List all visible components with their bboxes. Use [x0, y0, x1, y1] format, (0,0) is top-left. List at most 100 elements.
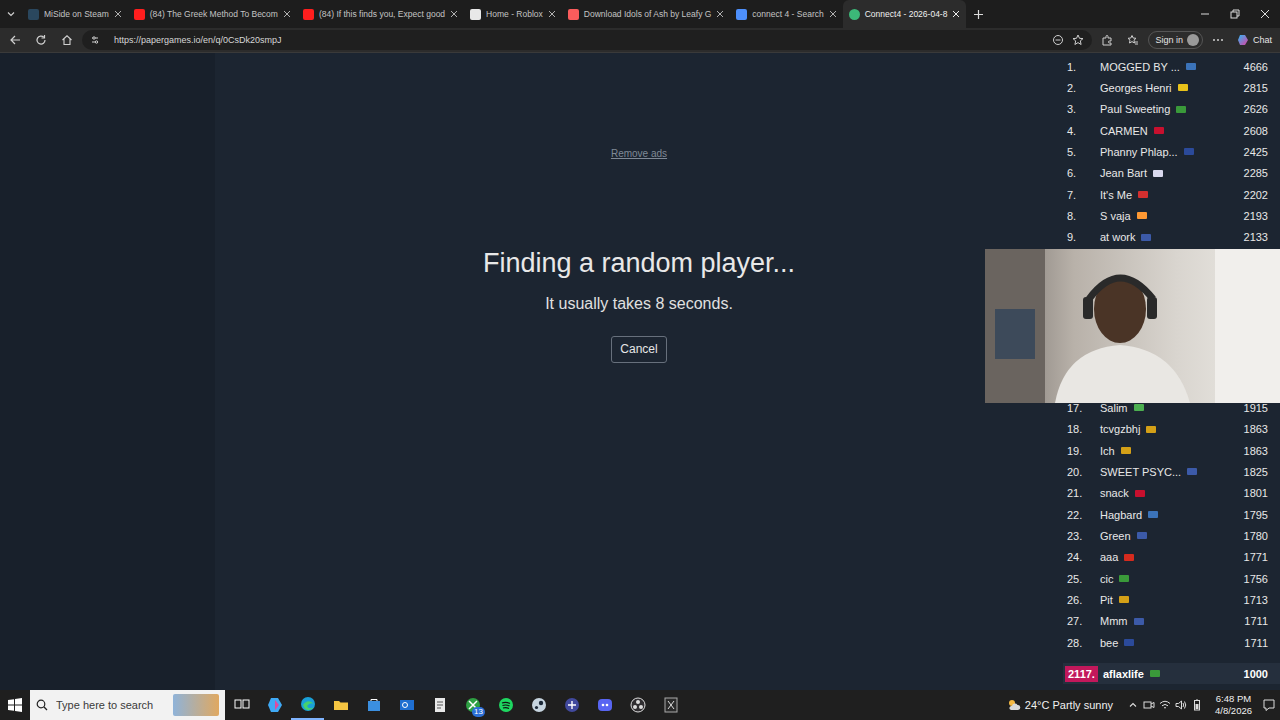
leaderboard-row[interactable]: 24.aaa1771: [1063, 547, 1280, 568]
leaderboard-row[interactable]: 23.Green1780: [1063, 525, 1280, 546]
close-tab-icon[interactable]: [952, 10, 960, 18]
search-field[interactable]: [56, 699, 165, 711]
clock-date[interactable]: 4/8/2026: [1215, 705, 1252, 717]
leaderboard-row[interactable]: 20.SWEET PSYC...1825: [1063, 461, 1280, 482]
current-user-row[interactable]: 2117.aflaxlife1000: [1063, 663, 1280, 684]
extensions-button[interactable]: [1096, 29, 1118, 51]
favorites-icon[interactable]: [1127, 34, 1139, 46]
tab-actions[interactable]: [0, 9, 22, 19]
home-button[interactable]: [56, 29, 78, 51]
taskbar-app[interactable]: [654, 690, 687, 720]
chat-label[interactable]: Chat: [1253, 35, 1272, 45]
taskbar-app[interactable]: [357, 690, 390, 720]
browser-tab[interactable]: Connect4 - 2026-04-8: [843, 0, 967, 28]
leaderboard-row[interactable]: 1.MOGGED BY ...4666: [1063, 56, 1280, 77]
start-button[interactable]: [0, 690, 30, 720]
back-arrow-icon[interactable]: [9, 34, 21, 46]
partly-sunny-icon[interactable]: [1007, 698, 1021, 712]
browser-tab[interactable]: (84) The Greek Method To Becom: [128, 0, 297, 28]
favorite-star-icon[interactable]: [1072, 34, 1084, 46]
outlook-icon[interactable]: [399, 697, 415, 713]
notifications-icon[interactable]: [1262, 698, 1276, 712]
close-tab-icon[interactable]: [450, 10, 458, 18]
taskbar-app[interactable]: [555, 690, 588, 720]
new-tab-button[interactable]: [966, 9, 990, 20]
remove-ads-link[interactable]: Remove ads: [611, 147, 667, 160]
taskbar-app[interactable]: 13: [456, 690, 489, 720]
leaderboard-row[interactable]: 25.cic1756: [1063, 568, 1280, 589]
restore-icon[interactable]: [1230, 9, 1240, 19]
sign-in-button[interactable]: Sign in: [1148, 31, 1203, 49]
maximize-button[interactable]: [1220, 0, 1250, 28]
app-icon[interactable]: [564, 697, 580, 713]
cancel-button[interactable]: Cancel: [611, 336, 666, 363]
more-button[interactable]: [1207, 29, 1229, 51]
network-icon[interactable]: [1159, 699, 1171, 711]
taskbar-app[interactable]: [258, 690, 291, 720]
game-app-icon[interactable]: [663, 697, 679, 713]
site-info-icon[interactable]: [90, 35, 100, 45]
plus-icon[interactable]: [973, 9, 984, 20]
edge-icon[interactable]: [300, 696, 316, 712]
leaderboard-row[interactable]: 19.Ich1863: [1063, 440, 1280, 461]
file-explorer-icon[interactable]: [333, 697, 349, 713]
close-tab-icon[interactable]: [548, 10, 556, 18]
address-bar[interactable]: https://papergames.io/en/q/0CsDk20smpJ: [82, 30, 1092, 50]
steam-icon[interactable]: [531, 697, 547, 713]
leaderboard-row[interactable]: 5.Phanny Phlap...2425: [1063, 141, 1280, 162]
leaderboard-row[interactable]: 3.Paul Sweeting2626: [1063, 99, 1280, 120]
leaderboard-row[interactable]: 27.Mmm1711: [1063, 611, 1280, 632]
back-button[interactable]: [4, 29, 26, 51]
taskbar-app[interactable]: [390, 690, 423, 720]
reading-view-icon[interactable]: [1052, 34, 1064, 46]
leaderboard-row[interactable]: 21.snack1801: [1063, 483, 1280, 504]
leaderboard-row[interactable]: 8.S vaja2193: [1063, 205, 1280, 226]
taskbar-search[interactable]: [30, 690, 225, 720]
leaderboard-row[interactable]: 9.at work2133: [1063, 227, 1280, 248]
sign-in-label[interactable]: Sign in: [1155, 35, 1183, 45]
show-hidden-icons-icon[interactable]: [1127, 699, 1139, 711]
discord-icon[interactable]: [597, 697, 613, 713]
taskbar-app[interactable]: [291, 690, 324, 720]
leaderboard-row[interactable]: 26.Pit1713: [1063, 589, 1280, 610]
volume-icon[interactable]: [1175, 699, 1187, 711]
browser-tab[interactable]: Home - Roblox: [464, 0, 562, 28]
close-icon[interactable]: [1260, 9, 1270, 19]
url-text[interactable]: https://papergames.io/en/q/0CsDk20smpJ: [108, 35, 1044, 45]
windows-logo-icon[interactable]: [8, 698, 22, 712]
close-tab-icon[interactable]: [114, 10, 122, 18]
puzzle-icon[interactable]: [1101, 34, 1113, 46]
tab-actions-icon[interactable]: [6, 9, 16, 19]
taskbar-app[interactable]: [225, 690, 258, 720]
battery-icon[interactable]: [1191, 699, 1203, 711]
weather-widget[interactable]: 24°C Partly sunny: [1007, 698, 1127, 712]
notepad-icon[interactable]: [432, 697, 448, 713]
leaderboard-row[interactable]: 4.CARMEN2608: [1063, 120, 1280, 141]
browser-tab[interactable]: connect 4 - Search: [730, 0, 842, 28]
copilot-icon[interactable]: [1237, 34, 1249, 46]
copilot-icon[interactable]: [267, 697, 283, 713]
close-tab-icon[interactable]: [829, 10, 837, 18]
browser-tab[interactable]: MiSide on Steam: [22, 0, 128, 28]
minimize-button[interactable]: [1190, 0, 1220, 28]
leaderboard-row[interactable]: 6.Jean Bart2285: [1063, 163, 1280, 184]
clock[interactable]: 6:48 PM4/8/2026: [1209, 693, 1258, 717]
minimize-icon[interactable]: [1200, 9, 1210, 19]
browser-tab[interactable]: (84) If this finds you, Expect good: [297, 0, 464, 28]
notifications-button[interactable]: [1258, 694, 1280, 716]
taskbar-app[interactable]: [621, 690, 654, 720]
close-tab-icon[interactable]: [716, 10, 724, 18]
leaderboard-row[interactable]: 2.Georges Henri2815: [1063, 77, 1280, 98]
obs-icon[interactable]: [630, 697, 646, 713]
meet-now-icon[interactable]: [1143, 699, 1155, 711]
leaderboard-row[interactable]: 22.Hagbard1795: [1063, 504, 1280, 525]
favorites-button[interactable]: [1122, 29, 1144, 51]
taskbar-app[interactable]: [489, 690, 522, 720]
close-tab-icon[interactable]: [283, 10, 291, 18]
refresh-icon[interactable]: [35, 34, 47, 46]
leaderboard-row[interactable]: 18.tcvgzbhj1863: [1063, 419, 1280, 440]
copilot-chat-button[interactable]: Chat: [1233, 34, 1276, 46]
clock-time[interactable]: 6:48 PM: [1216, 693, 1251, 705]
taskbar-app[interactable]: [324, 690, 357, 720]
leaderboard-row[interactable]: 7.It's Me2202: [1063, 184, 1280, 205]
